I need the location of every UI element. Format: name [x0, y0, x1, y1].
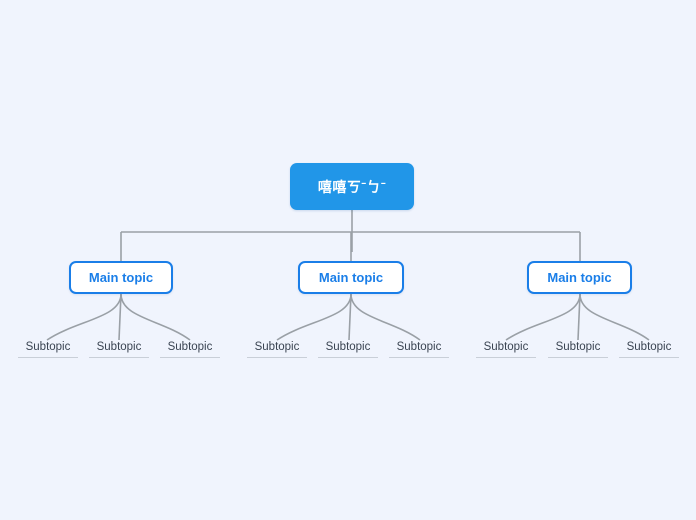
- subtopic-node-2-2[interactable]: Subtopic: [318, 338, 378, 358]
- subtopic-node-1-2[interactable]: Subtopic: [89, 338, 149, 358]
- subtopic-node-1-1[interactable]: Subtopic: [18, 338, 78, 358]
- main-topic-node-3[interactable]: Main topic: [527, 261, 632, 294]
- subtopic-node-2-1[interactable]: Subtopic: [247, 338, 307, 358]
- subtopic-node-3-1[interactable]: Subtopic: [476, 338, 536, 358]
- connector-main-1-to-sub-2: [118, 293, 122, 341]
- subtopic-node-3-3[interactable]: Subtopic: [619, 338, 679, 358]
- subtopic-node-1-3[interactable]: Subtopic: [160, 338, 220, 358]
- connector-main-2-to-sub-1: [276, 293, 352, 341]
- main-topic-node-2[interactable]: Main topic: [298, 261, 404, 294]
- root-node[interactable]: 嘻嘻ㄎˉㄅˉ: [290, 163, 414, 210]
- connector-main-3-to-sub-1: [505, 293, 581, 341]
- connector-main-1-to-sub-3: [120, 293, 191, 341]
- connector-main-3-to-sub-3: [579, 293, 650, 341]
- main-topic-node-1[interactable]: Main topic: [69, 261, 173, 294]
- connector-main-2-to-sub-3: [350, 293, 421, 341]
- subtopic-node-3-2[interactable]: Subtopic: [548, 338, 608, 358]
- subtopic-node-2-3[interactable]: Subtopic: [389, 338, 449, 358]
- connector-main-3-to-sub-2: [577, 293, 581, 341]
- connector-main-2-to-sub-2: [348, 293, 352, 341]
- connector-main-1-to-sub-1: [46, 293, 122, 341]
- connector-layer: [46, 210, 650, 341]
- mindmap-canvas: 嘻嘻ㄎˉㄅˉ Main topic Main topic Main topic …: [0, 0, 696, 520]
